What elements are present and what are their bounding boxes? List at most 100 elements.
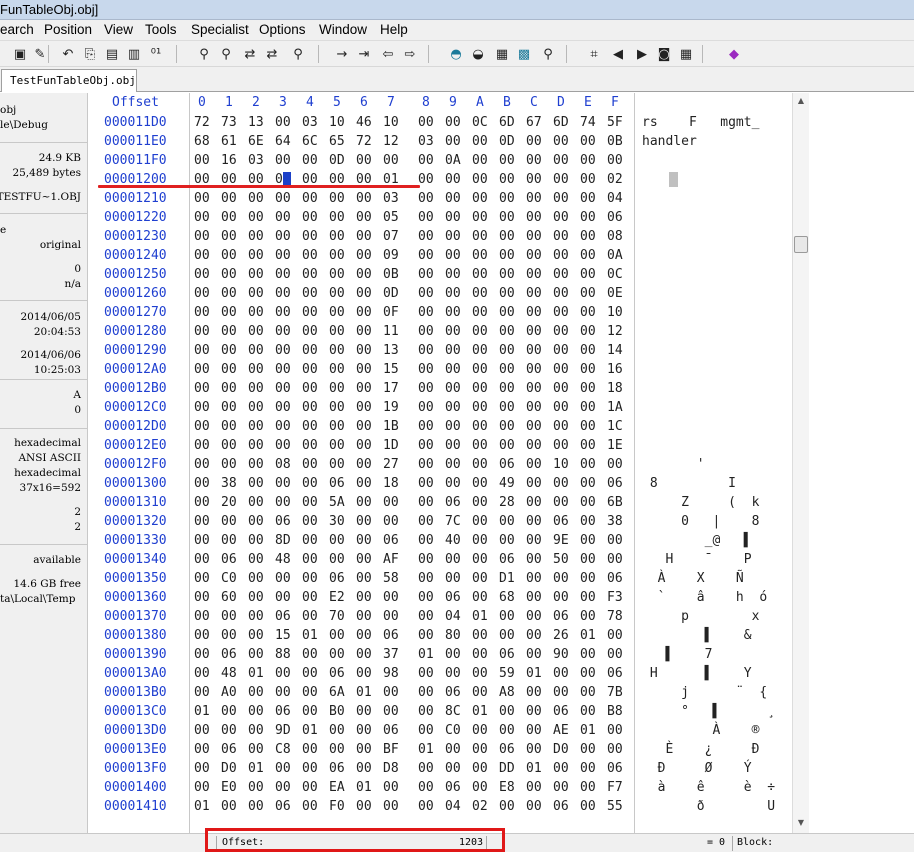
hex-byte[interactable]: 00 — [580, 590, 596, 605]
hex-byte[interactable]: 00 — [329, 210, 345, 225]
hex-byte[interactable]: 00 — [418, 761, 434, 776]
hex-byte[interactable]: 00 — [329, 324, 345, 339]
hex-byte[interactable]: 6E — [248, 134, 264, 149]
hex-byte[interactable]: 00 — [221, 305, 237, 320]
hex-byte[interactable]: 00 — [472, 343, 488, 358]
hex-byte[interactable]: 00 — [472, 210, 488, 225]
hex-byte[interactable]: 00 — [418, 476, 434, 491]
hex-byte[interactable]: 00 — [248, 685, 264, 700]
hex-byte[interactable]: 00 — [526, 628, 542, 643]
hex-byte[interactable]: 00 — [356, 533, 372, 548]
hex-byte[interactable]: 00 — [194, 210, 210, 225]
hex-byte[interactable]: 06 — [383, 628, 399, 643]
hex-byte[interactable]: 00 — [472, 761, 488, 776]
hex-byte[interactable]: 00 — [194, 476, 210, 491]
hex-byte[interactable]: 00 — [580, 362, 596, 377]
hex-byte[interactable]: 00 — [580, 761, 596, 776]
hex-byte[interactable]: 00 — [302, 609, 318, 624]
hex-byte[interactable]: 00 — [194, 571, 210, 586]
hex-byte[interactable]: 00 — [607, 742, 623, 757]
hex-byte[interactable]: 27 — [383, 457, 399, 472]
hex-byte[interactable]: 00 — [248, 305, 264, 320]
hex-byte[interactable]: 00 — [607, 647, 623, 662]
text-column[interactable]: Z ( k — [642, 495, 792, 510]
hex-byte[interactable]: 0B — [607, 134, 623, 149]
hex-byte[interactable]: E0 — [221, 780, 237, 795]
hex-byte[interactable]: 00 — [221, 723, 237, 738]
hex-byte[interactable]: BF — [383, 742, 399, 757]
hex-byte[interactable]: 00 — [275, 286, 291, 301]
hex-byte[interactable]: 01 — [580, 723, 596, 738]
hex-byte[interactable]: 00 — [383, 704, 399, 719]
hex-byte[interactable]: 00 — [553, 419, 569, 434]
hex-byte[interactable]: 00 — [553, 761, 569, 776]
hex-byte[interactable]: 00 — [221, 419, 237, 434]
text-column[interactable]: H ¯ P — [642, 552, 792, 567]
save-icon[interactable]: ▣ — [10, 44, 30, 64]
hex-byte[interactable]: 00 — [194, 362, 210, 377]
hex-byte[interactable]: 00 — [302, 267, 318, 282]
hex-byte[interactable]: 00 — [329, 229, 345, 244]
hex-byte[interactable]: 00 — [526, 571, 542, 586]
hex-byte[interactable]: 17 — [383, 381, 399, 396]
menu-specialist[interactable]: Specialist — [191, 22, 249, 37]
hex-byte[interactable]: 00 — [248, 229, 264, 244]
hex-byte[interactable]: 00 — [445, 343, 461, 358]
hex-byte[interactable]: 00 — [356, 191, 372, 206]
hex-byte[interactable]: 00 — [526, 400, 542, 415]
hex-byte[interactable]: 00 — [553, 400, 569, 415]
hex-byte[interactable]: 00 — [580, 514, 596, 529]
next-icon[interactable]: ▶ — [632, 44, 652, 64]
hex-byte[interactable]: 0A — [445, 153, 461, 168]
text-column[interactable]: _@ ▌ — [642, 533, 792, 548]
hex-byte[interactable]: 0D — [499, 134, 515, 149]
hex-byte[interactable]: 00 — [499, 210, 515, 225]
hex-byte[interactable]: 00 — [607, 533, 623, 548]
hex-byte[interactable]: 00 — [248, 248, 264, 263]
hex-byte[interactable]: 18 — [607, 381, 623, 396]
hex-byte[interactable]: A0 — [221, 685, 237, 700]
hex-byte[interactable]: 1A — [607, 400, 623, 415]
hex-byte[interactable]: 00 — [472, 647, 488, 662]
hex-byte[interactable]: 00 — [499, 533, 515, 548]
hex-byte[interactable]: 00 — [472, 723, 488, 738]
text-column[interactable]: à ê è ÷ — [642, 780, 792, 795]
hex-byte[interactable]: 00 — [275, 305, 291, 320]
hex-byte[interactable]: 00 — [275, 666, 291, 681]
book-icon[interactable]: ◆ — [724, 44, 744, 64]
hex-byte[interactable]: 06 — [445, 590, 461, 605]
hex-byte[interactable]: 00 — [445, 571, 461, 586]
hex-byte[interactable]: 00 — [553, 172, 569, 187]
copy-icon[interactable]: ⎘ — [80, 44, 100, 64]
hex-byte[interactable]: 6A — [329, 685, 345, 700]
hex-byte[interactable]: 00 — [221, 704, 237, 719]
hex-byte[interactable]: D0 — [553, 742, 569, 757]
hex-byte[interactable]: 58 — [383, 571, 399, 586]
hex-byte[interactable]: 00 — [194, 324, 210, 339]
hex-byte[interactable]: 00 — [418, 704, 434, 719]
hex-byte[interactable]: 00 — [221, 324, 237, 339]
hex-byte[interactable]: 00 — [580, 324, 596, 339]
hex-byte[interactable]: 00 — [248, 799, 264, 814]
hex-byte[interactable]: 5A — [329, 495, 345, 510]
hex-byte[interactable]: 48 — [221, 666, 237, 681]
hex-byte[interactable]: 01 — [418, 742, 434, 757]
hex-byte[interactable]: 00 — [356, 305, 372, 320]
hex-byte[interactable]: 00 — [356, 438, 372, 453]
hex-byte[interactable]: 00 — [194, 647, 210, 662]
hex-byte[interactable]: 03 — [383, 191, 399, 206]
hex-byte[interactable]: 00 — [418, 267, 434, 282]
hex-byte[interactable]: 00 — [445, 742, 461, 757]
hex-byte[interactable]: 00 — [607, 552, 623, 567]
hex-byte[interactable]: 00 — [418, 305, 434, 320]
hex-byte[interactable]: 01 — [472, 609, 488, 624]
hex-byte[interactable]: 00 — [221, 799, 237, 814]
hex-byte[interactable]: 00 — [418, 590, 434, 605]
hex-byte[interactable]: 46 — [356, 115, 372, 130]
hex-byte[interactable]: 6D — [499, 115, 515, 130]
hex-byte[interactable]: 03 — [248, 153, 264, 168]
hex-byte[interactable]: 00 — [499, 514, 515, 529]
hex-byte[interactable]: 00 — [526, 381, 542, 396]
hex-byte[interactable]: 00 — [418, 552, 434, 567]
hex-byte[interactable]: 28 — [499, 495, 515, 510]
